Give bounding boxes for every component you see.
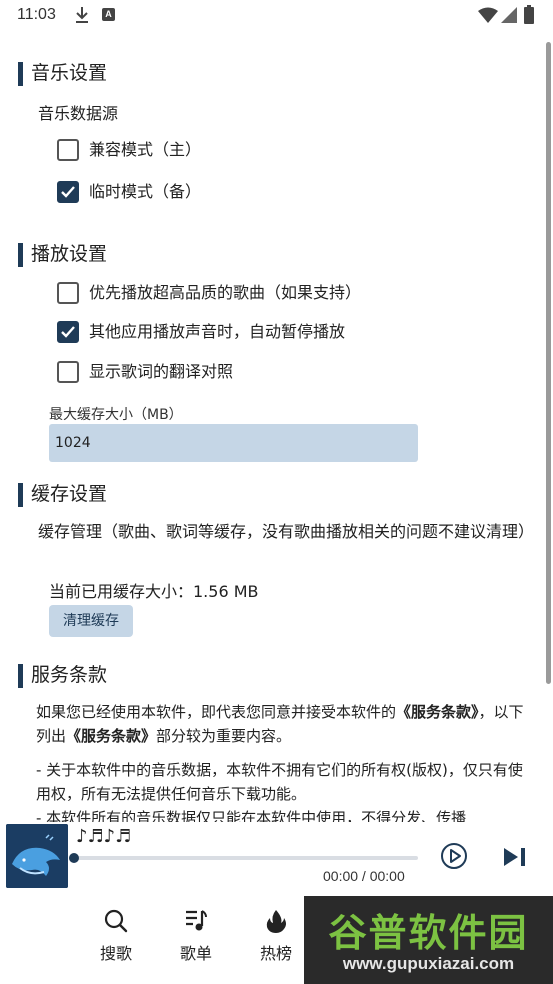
nav-item-search[interactable]: 搜歌 (86, 908, 146, 968)
terms-link: 《服务条款》 (396, 703, 479, 721)
section-accent-bar (18, 483, 23, 507)
terms-item: - 关于本软件中的音乐数据，本软件不拥有它们的所有权(版权)，仅只有使用权，所有… (36, 761, 523, 803)
nav-label: 热榜 (259, 944, 292, 963)
checkbox-label: 其他应用播放声音时，自动暂停播放 (89, 322, 346, 341)
section-title: 服务条款 (31, 664, 108, 686)
section-accent-bar (18, 243, 23, 267)
nav-label: 搜歌 (99, 944, 132, 963)
flame-icon (266, 910, 286, 933)
playlist-icon (186, 910, 207, 931)
nav-item-playlist[interactable]: 歌单 (166, 908, 226, 968)
music-source-label: 音乐数据源 (38, 104, 119, 123)
dolphin-logo-icon (6, 824, 68, 888)
current-cache-size: 当前已用缓存大小：1.56 MB (49, 582, 259, 601)
check-icon (61, 186, 75, 198)
cache-description: 缓存管理（歌曲、歌词等缓存，没有歌曲播放相关的问题不建议清理） (38, 522, 535, 541)
signal-icon (501, 7, 517, 23)
section-title: 播放设置 (31, 243, 108, 265)
terms-intro: 如果您已经使用本软件，即代表您同意并接受本软件的《服务条款》，以下列出《服务条款… (36, 700, 526, 748)
wifi-icon (478, 7, 498, 23)
watermark: 谷普软件园 www.gupuxiazai.com (304, 896, 553, 984)
terms-intro-text: 部分较为重要内容。 (156, 727, 292, 745)
section-accent-bar (18, 62, 23, 86)
mini-player: ♪♬♪♬ 00:00 / 00:00 (0, 822, 553, 894)
progress-thumb[interactable] (69, 853, 79, 863)
terms-link: 《服务条款》 (66, 727, 157, 745)
search-icon (104, 909, 128, 933)
album-cover[interactable] (6, 824, 68, 888)
checkbox[interactable] (57, 361, 79, 383)
terms-intro-text: 如果您已经使用本软件，即代表您同意并接受本软件的 (36, 703, 397, 721)
checkbox-label: 显示歌词的翻译对照 (89, 362, 234, 381)
max-cache-label: 最大缓存大小（MB） (49, 407, 183, 423)
check-icon (61, 326, 75, 338)
max-cache-input[interactable] (49, 424, 418, 462)
scrollbar[interactable] (546, 42, 551, 684)
section-accent-bar (18, 664, 23, 688)
skip-next-icon[interactable] (502, 846, 528, 868)
section-title: 音乐设置 (31, 62, 108, 84)
battery-icon (524, 5, 534, 24)
checkbox-label: 优先播放超高品质的歌曲（如果支持） (89, 283, 362, 302)
progress-bar[interactable] (72, 856, 418, 860)
checkbox-label: 兼容模式（主） (89, 140, 202, 159)
watermark-title: 谷普软件园 (328, 911, 529, 955)
play-icon[interactable] (440, 842, 468, 870)
nav-label: 歌单 (179, 944, 212, 963)
playback-time: 00:00 / 00:00 (323, 868, 405, 884)
watermark-url: www.gupuxiazai.com (342, 954, 515, 973)
section-title: 缓存设置 (31, 483, 108, 505)
download-icon (76, 7, 88, 23)
song-title: ♪♬♪♬ (76, 826, 132, 847)
checkbox-checked[interactable] (57, 321, 79, 343)
checkbox-label: 临时模式（备） (89, 182, 202, 201)
checkbox[interactable] (57, 282, 79, 304)
a-badge-icon: A (102, 8, 115, 21)
status-time: 11:03 (17, 6, 56, 23)
clear-cache-button[interactable]: 清理缓存 (49, 605, 133, 637)
checkbox[interactable] (57, 139, 79, 161)
status-bar: 11:03 A (0, 0, 553, 32)
nav-item-hot[interactable]: 热榜 (246, 908, 306, 968)
checkbox-checked[interactable] (57, 181, 79, 203)
terms-item: - 本软件所有的音乐数据仅只能在本软件中使用，不得分发、传播 (36, 809, 467, 822)
